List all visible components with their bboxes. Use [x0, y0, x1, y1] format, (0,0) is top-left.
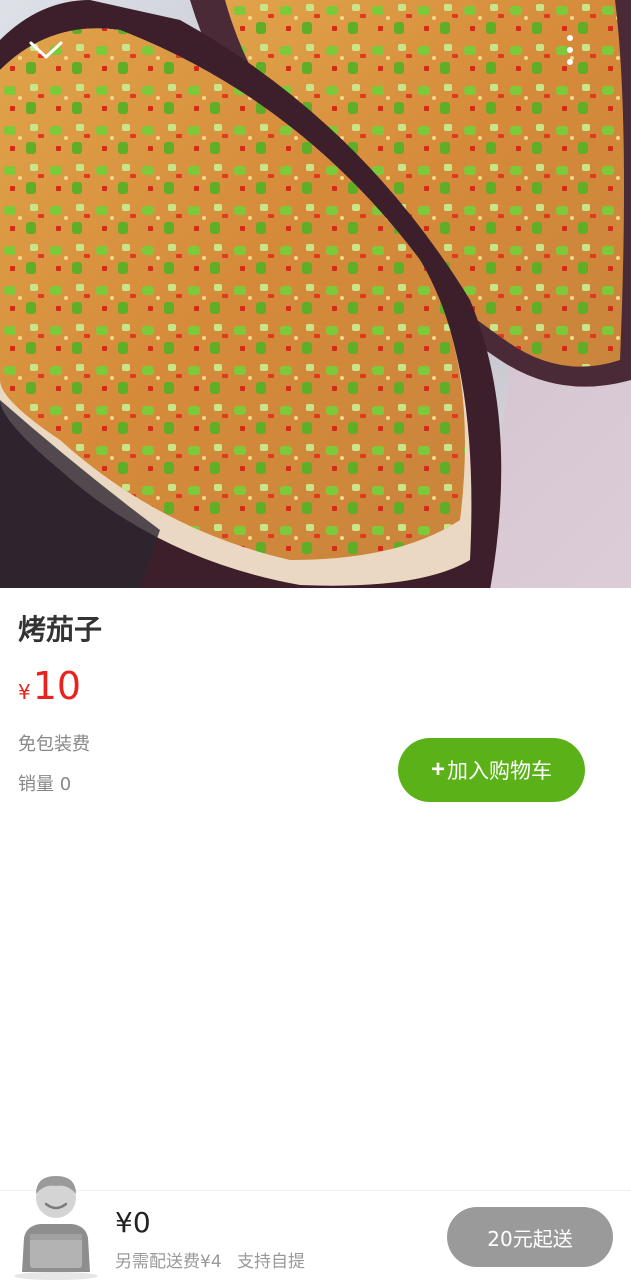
sales-count: 销量 0	[18, 774, 72, 795]
cart-avatar[interactable]	[6, 1168, 106, 1280]
delivery-person-icon	[14, 1176, 98, 1280]
product-detail-page: 烤茄子 ¥ 10 免包装费 销量 0 + 加入购物车 ¥0 另需配送费¥4 支持…	[0, 0, 631, 1280]
collapse-button[interactable]	[22, 26, 70, 74]
delivery-fee-note: 另需配送费¥4	[115, 1252, 222, 1272]
grilled-eggplant-image	[0, 0, 631, 588]
cart-total: ¥0	[115, 1206, 151, 1239]
currency-symbol: ¥	[18, 680, 31, 704]
add-to-cart-label: 加入购物车	[447, 760, 552, 783]
plus-icon: +	[430, 756, 445, 783]
pickup-note: 支持自提	[237, 1252, 306, 1272]
price-value: 10	[32, 664, 82, 708]
product-name: 烤茄子	[18, 613, 103, 646]
chevron-down-icon	[29, 41, 63, 59]
more-button[interactable]	[546, 26, 594, 74]
product-price: ¥ 10	[18, 664, 81, 708]
minimum-order-button[interactable]: 20元起送	[447, 1207, 613, 1267]
product-photo	[0, 0, 631, 588]
more-vertical-icon	[567, 35, 573, 65]
add-to-cart-button[interactable]: + 加入购物车	[398, 738, 585, 802]
packing-fee-note: 免包装费	[18, 734, 90, 755]
cart-notes: 另需配送费¥4 支持自提	[115, 1247, 315, 1272]
